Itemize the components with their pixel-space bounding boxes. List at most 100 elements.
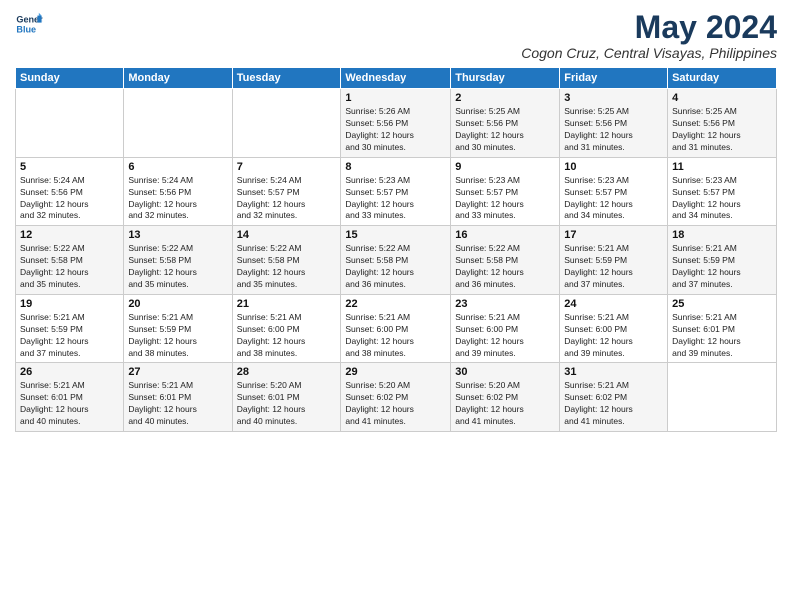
day-cell: 11 Sunrise: 5:23 AM Sunset: 5:57 PM Dayli…	[668, 157, 777, 226]
day-cell: 30 Sunrise: 5:20 AM Sunset: 6:02 PM Dayli…	[451, 363, 560, 432]
day-cell: 10 Sunrise: 5:23 AM Sunset: 5:57 PM Dayli…	[560, 157, 668, 226]
day-cell: 28Sunrise: 5:20 AM Sunset: 6:01 PM Dayli…	[232, 363, 341, 432]
day-info: Sunrise: 5:21 AM Sunset: 6:00 PM Dayligh…	[455, 312, 555, 360]
day-info: Sunrise: 5:21 AM Sunset: 6:02 PM Dayligh…	[564, 380, 663, 428]
day-cell: 24 Sunrise: 5:21 AM Sunset: 6:00 PM Dayli…	[560, 294, 668, 363]
day-info: Sunrise: 5:21 AM Sunset: 6:00 PM Dayligh…	[237, 312, 337, 360]
day-number: 28	[237, 366, 337, 378]
day-cell	[668, 363, 777, 432]
day-number: 26	[20, 366, 119, 378]
day-cell: 4 Sunrise: 5:25 AM Sunset: 5:56 PM Daylig…	[668, 89, 777, 158]
day-number: 17	[564, 229, 663, 241]
day-number: 29	[345, 366, 446, 378]
day-info: Sunrise: 5:21 AM Sunset: 6:01 PM Dayligh…	[20, 380, 119, 428]
day-info: Sunrise: 5:21 AM Sunset: 6:00 PM Dayligh…	[564, 312, 663, 360]
day-cell: 31 Sunrise: 5:21 AM Sunset: 6:02 PM Dayli…	[560, 363, 668, 432]
day-info: Sunrise: 5:25 AM Sunset: 5:56 PM Dayligh…	[455, 106, 555, 154]
day-info: Sunrise: 5:21 AM Sunset: 6:01 PM Dayligh…	[128, 380, 227, 428]
week-row-3: 12 Sunrise: 5:22 AM Sunset: 5:58 PM Dayli…	[16, 226, 777, 295]
day-info: Sunrise: 5:22 AM Sunset: 5:58 PM Dayligh…	[237, 243, 337, 291]
col-monday: Monday	[124, 68, 232, 89]
col-sunday: Sunday	[16, 68, 124, 89]
day-number: 8	[345, 161, 446, 173]
day-number: 7	[237, 161, 337, 173]
day-cell	[232, 89, 341, 158]
col-wednesday: Wednesday	[341, 68, 451, 89]
day-cell: 16 Sunrise: 5:22 AM Sunset: 5:58 PM Dayli…	[451, 226, 560, 295]
day-number: 16	[455, 229, 555, 241]
week-row-5: 26 Sunrise: 5:21 AM Sunset: 6:01 PM Dayli…	[16, 363, 777, 432]
day-info: Sunrise: 5:26 AM Sunset: 5:56 PM Dayligh…	[345, 106, 446, 154]
day-info: Sunrise: 5:21 AM Sunset: 5:59 PM Dayligh…	[672, 243, 772, 291]
title-block: May 2024 Cogon Cruz, Central Visayas, Ph…	[521, 10, 777, 61]
logo: General Blue	[15, 10, 43, 38]
day-info: Sunrise: 5:23 AM Sunset: 5:57 PM Dayligh…	[564, 175, 663, 223]
day-info: Sunrise: 5:23 AM Sunset: 5:57 PM Dayligh…	[672, 175, 772, 223]
day-number: 12	[20, 229, 119, 241]
col-saturday: Saturday	[668, 68, 777, 89]
day-number: 1	[345, 92, 446, 104]
day-number: 6	[128, 161, 227, 173]
day-cell: 5Sunrise: 5:24 AM Sunset: 5:56 PM Daylig…	[16, 157, 124, 226]
day-number: 22	[345, 298, 446, 310]
day-number: 4	[672, 92, 772, 104]
day-cell: 17 Sunrise: 5:21 AM Sunset: 5:59 PM Dayli…	[560, 226, 668, 295]
day-number: 31	[564, 366, 663, 378]
day-number: 24	[564, 298, 663, 310]
day-cell: 12 Sunrise: 5:22 AM Sunset: 5:58 PM Dayli…	[16, 226, 124, 295]
day-cell: 18 Sunrise: 5:21 AM Sunset: 5:59 PM Dayli…	[668, 226, 777, 295]
day-number: 21	[237, 298, 337, 310]
day-info: Sunrise: 5:21 AM Sunset: 5:59 PM Dayligh…	[128, 312, 227, 360]
day-number: 13	[128, 229, 227, 241]
day-info: Sunrise: 5:24 AM Sunset: 5:56 PM Dayligh…	[20, 175, 119, 223]
day-info: Sunrise: 5:22 AM Sunset: 5:58 PM Dayligh…	[128, 243, 227, 291]
day-number: 18	[672, 229, 772, 241]
day-number: 10	[564, 161, 663, 173]
day-info: Sunrise: 5:24 AM Sunset: 5:56 PM Dayligh…	[128, 175, 227, 223]
day-cell: 13 Sunrise: 5:22 AM Sunset: 5:58 PM Dayli…	[124, 226, 232, 295]
day-number: 15	[345, 229, 446, 241]
header: General Blue May 2024 Cogon Cruz, Centra…	[15, 10, 777, 61]
week-row-2: 5Sunrise: 5:24 AM Sunset: 5:56 PM Daylig…	[16, 157, 777, 226]
day-info: Sunrise: 5:20 AM Sunset: 6:02 PM Dayligh…	[455, 380, 555, 428]
day-cell: 8Sunrise: 5:23 AM Sunset: 5:57 PM Daylig…	[341, 157, 451, 226]
svg-text:Blue: Blue	[16, 24, 36, 34]
calendar-header-row: Sunday Monday Tuesday Wednesday Thursday…	[16, 68, 777, 89]
day-cell: 9 Sunrise: 5:23 AM Sunset: 5:57 PM Daylig…	[451, 157, 560, 226]
day-number: 25	[672, 298, 772, 310]
day-number: 23	[455, 298, 555, 310]
day-cell: 25 Sunrise: 5:21 AM Sunset: 6:01 PM Dayli…	[668, 294, 777, 363]
location-subtitle: Cogon Cruz, Central Visayas, Philippines	[521, 45, 777, 61]
day-cell: 26 Sunrise: 5:21 AM Sunset: 6:01 PM Dayli…	[16, 363, 124, 432]
day-cell: 21 Sunrise: 5:21 AM Sunset: 6:00 PM Dayli…	[232, 294, 341, 363]
day-cell: 1 Sunrise: 5:26 AM Sunset: 5:56 PM Daylig…	[341, 89, 451, 158]
day-number: 19	[20, 298, 119, 310]
day-number: 11	[672, 161, 772, 173]
day-cell	[124, 89, 232, 158]
col-tuesday: Tuesday	[232, 68, 341, 89]
day-cell: 23 Sunrise: 5:21 AM Sunset: 6:00 PM Dayli…	[451, 294, 560, 363]
day-info: Sunrise: 5:24 AM Sunset: 5:57 PM Dayligh…	[237, 175, 337, 223]
logo-icon: General Blue	[15, 10, 43, 38]
day-cell: 7 Sunrise: 5:24 AM Sunset: 5:57 PM Daylig…	[232, 157, 341, 226]
day-info: Sunrise: 5:22 AM Sunset: 5:58 PM Dayligh…	[20, 243, 119, 291]
day-info: Sunrise: 5:21 AM Sunset: 6:01 PM Dayligh…	[672, 312, 772, 360]
day-cell: 29Sunrise: 5:20 AM Sunset: 6:02 PM Dayli…	[341, 363, 451, 432]
day-number: 30	[455, 366, 555, 378]
col-friday: Friday	[560, 68, 668, 89]
col-thursday: Thursday	[451, 68, 560, 89]
day-cell: 14 Sunrise: 5:22 AM Sunset: 5:58 PM Dayli…	[232, 226, 341, 295]
day-info: Sunrise: 5:22 AM Sunset: 5:58 PM Dayligh…	[455, 243, 555, 291]
day-info: Sunrise: 5:21 AM Sunset: 5:59 PM Dayligh…	[564, 243, 663, 291]
day-info: Sunrise: 5:22 AM Sunset: 5:58 PM Dayligh…	[345, 243, 446, 291]
day-number: 9	[455, 161, 555, 173]
day-number: 3	[564, 92, 663, 104]
day-number: 14	[237, 229, 337, 241]
day-info: Sunrise: 5:21 AM Sunset: 5:59 PM Dayligh…	[20, 312, 119, 360]
day-info: Sunrise: 5:23 AM Sunset: 5:57 PM Dayligh…	[455, 175, 555, 223]
day-cell: 22Sunrise: 5:21 AM Sunset: 6:00 PM Dayli…	[341, 294, 451, 363]
month-year-title: May 2024	[521, 10, 777, 45]
day-cell: 2 Sunrise: 5:25 AM Sunset: 5:56 PM Daylig…	[451, 89, 560, 158]
day-info: Sunrise: 5:25 AM Sunset: 5:56 PM Dayligh…	[672, 106, 772, 154]
day-number: 2	[455, 92, 555, 104]
